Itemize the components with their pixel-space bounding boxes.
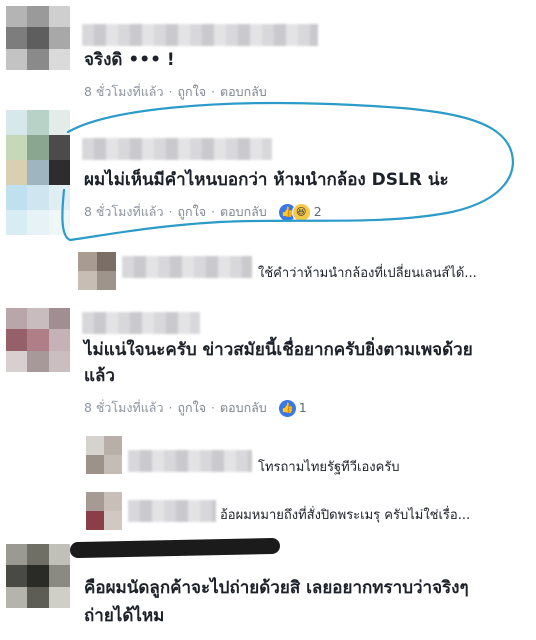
reply-avatar[interactable] [86, 492, 122, 530]
reply-link[interactable]: ตอบกลับ [220, 400, 267, 415]
reply-author-name[interactable] [128, 450, 252, 472]
reply-author-name[interactable] [128, 500, 216, 522]
reply-text: โทรถามไทยรัฐทีวีเองครับ [258, 460, 400, 475]
avatar[interactable] [6, 308, 70, 372]
comment-text-continued: ถ่ายได้ไหม [84, 606, 165, 626]
reply-avatar[interactable] [86, 436, 122, 474]
like-link[interactable]: ถูกใจ [177, 400, 206, 415]
comment-text: คือผมนัดลูกค้าจะไปถ่ายด้วยสิ เลยอยากทราบ… [84, 578, 469, 598]
reply-text: อ้อผมหมายถึงที่สั่งปิดพระเมรุ ครับไม่ใช่… [220, 508, 471, 523]
comment-text-continued: แล้ว [84, 366, 115, 386]
thumbs-up-icon[interactable]: 👍 [278, 400, 296, 417]
avatar[interactable] [6, 544, 70, 608]
reply-text: ใช้คำว่าห้ามนำกล้องที่เปลี่ยนเลนส์ได้... [258, 266, 477, 281]
timestamp: 8 ชั่วโมงที่แล้ว [84, 400, 164, 415]
reaction-count[interactable]: 1 [299, 400, 307, 415]
reply-avatar[interactable] [78, 252, 116, 290]
comment-meta: 8 ชั่วโมงที่แล้ว · ถูกใจ · ตอบกลับ 👍 1 [84, 400, 307, 417]
reply-author-name[interactable] [122, 256, 252, 278]
author-name[interactable] [82, 312, 200, 334]
comment-text: ไม่แน่ใจนะครับ ข่าวสมัยนี้เชื่อยากครับยิ… [84, 340, 473, 360]
